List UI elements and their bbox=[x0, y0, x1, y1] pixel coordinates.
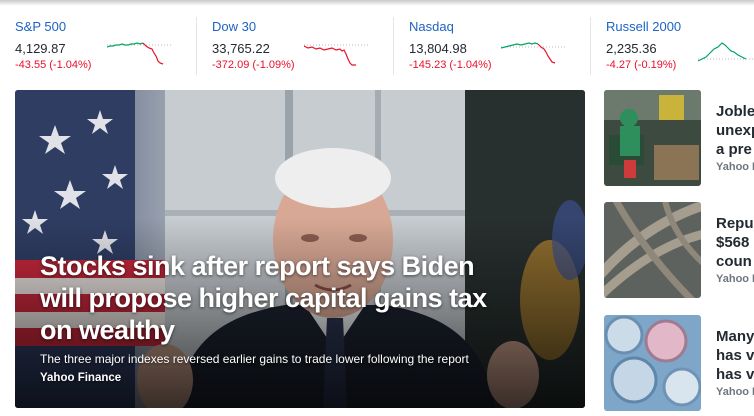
story-thumbnail bbox=[604, 315, 701, 411]
story-source: Yahoo Finance bbox=[716, 273, 754, 285]
ticker-change: -43.55 (-1.04%) bbox=[15, 59, 92, 71]
hero-summary: The three major indexes reversed earlier… bbox=[40, 352, 469, 366]
ticker-value: 2,235.36 bbox=[606, 41, 657, 56]
ticker-divider bbox=[196, 17, 197, 75]
side-stories: Jobless claims unexpectedly a pre Yahoo … bbox=[604, 90, 754, 416]
ticker-change: -372.09 (-1.09%) bbox=[212, 59, 295, 71]
ticker-name[interactable]: S&P 500 bbox=[15, 19, 66, 34]
ticker-value: 33,765.22 bbox=[212, 41, 270, 56]
sparkline-chart bbox=[304, 44, 368, 66]
side-story[interactable]: Republicans $568 coun Yahoo Finance bbox=[604, 202, 754, 298]
story-title[interactable]: Jobless claims unexpectedly a pre bbox=[716, 102, 754, 159]
hero-headline[interactable]: Stocks sink after report says Biden will… bbox=[40, 250, 520, 346]
ticker-change: -4.27 (-0.19%) bbox=[606, 59, 677, 71]
ticker-sp500[interactable]: S&P 500 4,129.87 -43.55 (-1.04%) bbox=[15, 19, 200, 75]
ticker-dow30[interactable]: Dow 30 33,765.22 -372.09 (-1.09%) bbox=[212, 19, 397, 75]
ticker-value: 13,804.98 bbox=[409, 41, 467, 56]
ticker-russell2000[interactable]: Russell 2000 2,235.36 -4.27 (-0.19%) bbox=[606, 19, 754, 75]
story-title[interactable]: Republicans $568 coun bbox=[716, 214, 754, 271]
ticker-name[interactable]: Dow 30 bbox=[212, 19, 256, 34]
top-shadow bbox=[0, 0, 754, 6]
story-source: Yahoo Finance bbox=[716, 161, 754, 173]
hero-story[interactable]: Stocks sink after report says Biden will… bbox=[15, 90, 585, 408]
story-title[interactable]: Many has v has v bbox=[716, 327, 754, 384]
ticker-name[interactable]: Russell 2000 bbox=[606, 19, 681, 34]
story-thumbnail bbox=[604, 90, 701, 186]
ticker-value: 4,129.87 bbox=[15, 41, 66, 56]
sparkline-chart bbox=[501, 42, 565, 64]
side-story[interactable]: Jobless claims unexpectedly a pre Yahoo … bbox=[604, 90, 754, 186]
sparkline-chart bbox=[698, 42, 754, 62]
story-source: Yahoo Finance bbox=[716, 386, 754, 398]
hero-source: Yahoo Finance bbox=[40, 372, 122, 384]
ticker-name[interactable]: Nasdaq bbox=[409, 19, 454, 34]
ticker-change: -145.23 (-1.04%) bbox=[409, 59, 492, 71]
side-story[interactable]: Many has v has v Yahoo Finance bbox=[604, 315, 754, 411]
ticker-divider bbox=[590, 17, 591, 75]
ticker-divider bbox=[393, 17, 394, 75]
sparkline-chart bbox=[107, 42, 171, 65]
ticker-nasdaq[interactable]: Nasdaq 13,804.98 -145.23 (-1.04%) bbox=[409, 19, 594, 75]
story-thumbnail bbox=[604, 202, 701, 298]
